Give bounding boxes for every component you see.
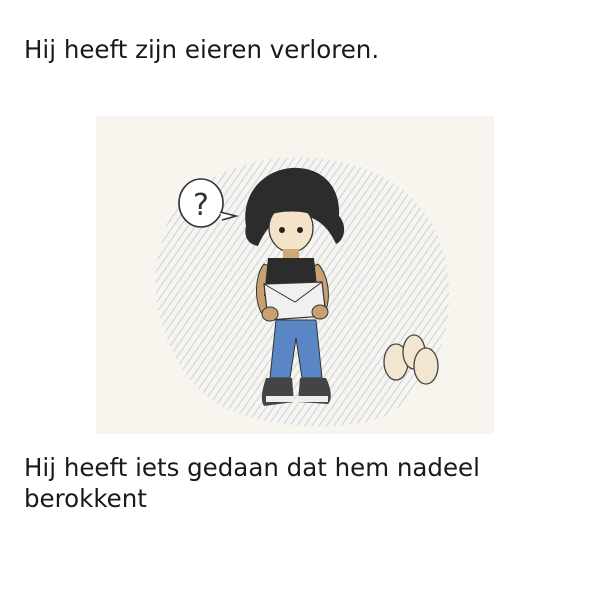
right-eye — [297, 227, 303, 233]
egg — [413, 347, 439, 385]
caption-text: Hij heeft iets gedaan dat hem nadeel ber… — [24, 453, 480, 513]
drawing-svg: ? — [96, 116, 494, 434]
left-eye — [279, 227, 285, 233]
speech-bubble-question-mark: ? — [193, 188, 209, 223]
illustration: ? — [96, 116, 494, 434]
page-title: Hij heeft zijn eieren verloren. — [24, 35, 380, 64]
